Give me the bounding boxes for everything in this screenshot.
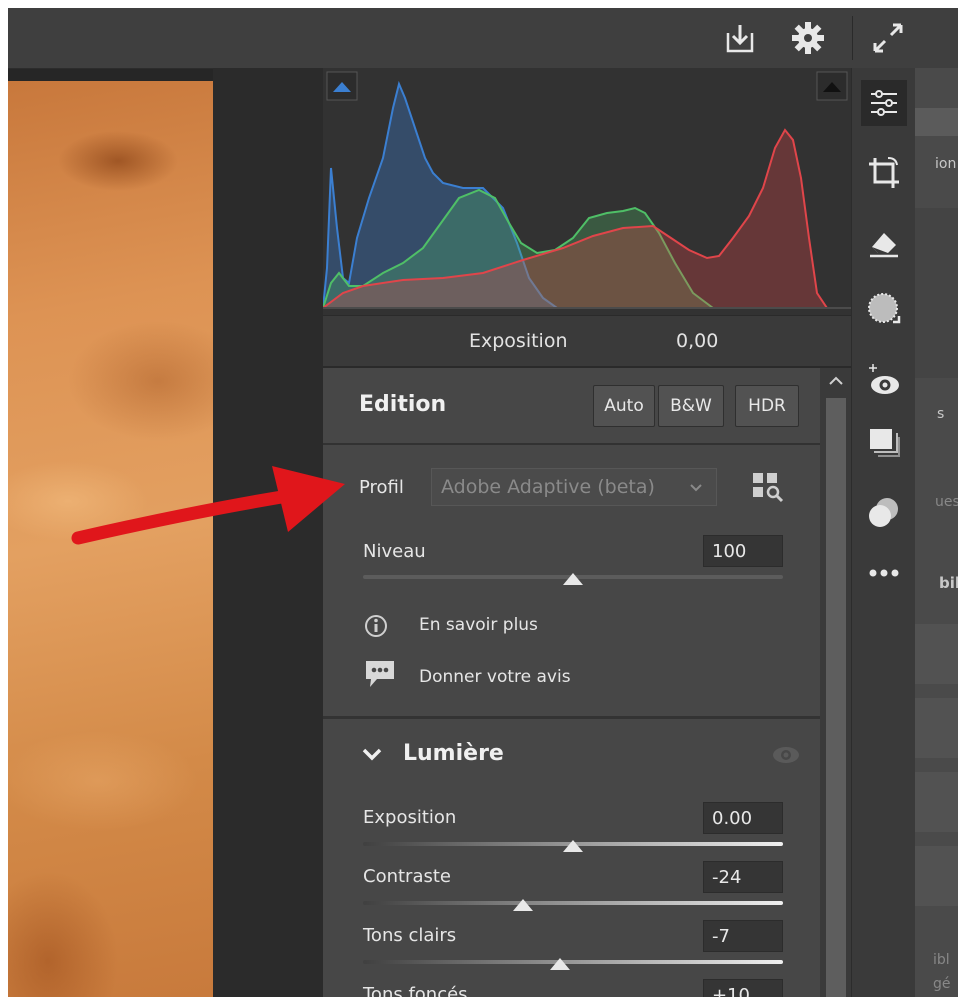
tons-clairs-slider-thumb[interactable] xyxy=(550,958,571,970)
adjacent-text: ues xyxy=(935,494,958,510)
histogram[interactable] xyxy=(320,68,851,315)
adjacent-block xyxy=(915,108,958,136)
contraste-slider-thumb[interactable] xyxy=(512,899,533,911)
auto-button[interactable]: Auto xyxy=(593,385,655,427)
exposition-slider-thumb[interactable] xyxy=(563,840,583,852)
lumiere-section: Lumière Exposition 0.00 Contraste -24 To… xyxy=(323,719,820,997)
slider-label-exposition: Exposition xyxy=(363,807,457,828)
scrollbar-thumb[interactable] xyxy=(826,398,846,997)
radial-mask-icon[interactable] xyxy=(861,286,907,332)
mix-icon[interactable] xyxy=(861,490,907,536)
slider-label-contraste: Contraste xyxy=(363,866,451,887)
feedback-link[interactable]: Donner votre avis xyxy=(419,667,571,687)
app-window: Exposition 0,00 Edition Auto B&W HDR Pro… xyxy=(8,8,958,997)
edition-title: Edition xyxy=(359,392,447,417)
adjacent-panel: ion s ues bib ibl gé xyxy=(915,68,958,997)
tons-clairs-input[interactable]: -7 xyxy=(703,920,783,952)
sliders-icon[interactable] xyxy=(861,80,907,126)
photo-preview[interactable] xyxy=(8,81,213,997)
chevron-down-icon[interactable] xyxy=(361,745,383,769)
hdr-button[interactable]: HDR xyxy=(735,385,799,427)
niveau-label: Niveau xyxy=(363,541,426,562)
adjacent-text: s xyxy=(937,406,945,422)
bw-button[interactable]: B&W xyxy=(658,385,724,427)
feedback-icon xyxy=(363,657,397,691)
niveau-input[interactable]: 100 xyxy=(703,535,783,567)
exposition-input[interactable]: 0.00 xyxy=(703,802,783,834)
presets-icon[interactable] xyxy=(861,420,907,466)
toolbar-divider xyxy=(852,16,853,60)
profile-section: Profil Adobe Adaptive (beta) Niveau 100 xyxy=(323,445,820,719)
tons-fonces-input[interactable]: +10 xyxy=(703,979,783,997)
edit-panel: Exposition 0,00 Edition Auto B&W HDR Pro… xyxy=(320,68,851,997)
adjacent-block xyxy=(915,772,958,832)
niveau-slider-thumb[interactable] xyxy=(563,573,583,585)
edition-header: Edition Auto B&W HDR xyxy=(323,368,820,445)
expand-icon[interactable] xyxy=(868,18,908,58)
slider-label-tons-clairs: Tons clairs xyxy=(363,925,457,946)
profile-select[interactable]: Adobe Adaptive (beta) xyxy=(431,468,717,506)
adjacent-block xyxy=(915,624,958,684)
eye-icon[interactable] xyxy=(771,745,801,769)
profile-label: Profil xyxy=(359,477,404,498)
eraser-icon[interactable] xyxy=(861,220,907,266)
chevron-down-icon xyxy=(688,478,704,500)
download-icon[interactable] xyxy=(720,18,760,58)
readout-label: Exposition xyxy=(469,330,568,352)
profile-browser-icon[interactable] xyxy=(751,471,787,505)
adjacent-block xyxy=(915,698,958,758)
learn-more-link[interactable]: En savoir plus xyxy=(419,615,538,635)
redeye-icon[interactable] xyxy=(861,358,907,404)
adjacent-text: ibl xyxy=(933,952,950,968)
contraste-slider-track[interactable] xyxy=(363,901,783,905)
profile-selected-value: Adobe Adaptive (beta) xyxy=(441,476,655,498)
slider-label-tons-fonces: Tons foncés xyxy=(363,984,468,997)
readout-value: 0,00 xyxy=(676,330,719,352)
adjacent-text: gé xyxy=(933,976,951,992)
lumiere-title: Lumière xyxy=(403,741,504,766)
gear-icon[interactable] xyxy=(788,18,828,58)
adjacent-block xyxy=(915,846,958,906)
more-icon[interactable] xyxy=(861,550,907,596)
crop-icon[interactable] xyxy=(861,150,907,196)
histogram-readout: Exposition 0,00 xyxy=(323,315,851,368)
canvas-background xyxy=(213,68,323,997)
top-bar xyxy=(8,8,958,69)
contraste-input[interactable]: -24 xyxy=(703,861,783,893)
info-icon xyxy=(363,613,389,639)
panel-scrollbar[interactable] xyxy=(820,368,851,997)
adjacent-block xyxy=(915,208,958,378)
tool-strip xyxy=(851,68,916,997)
adjacent-text: ion xyxy=(935,156,957,172)
scroll-up-icon[interactable] xyxy=(828,374,844,388)
adjacent-text: bib xyxy=(939,574,958,592)
tons-clairs-slider-track[interactable] xyxy=(363,960,783,964)
